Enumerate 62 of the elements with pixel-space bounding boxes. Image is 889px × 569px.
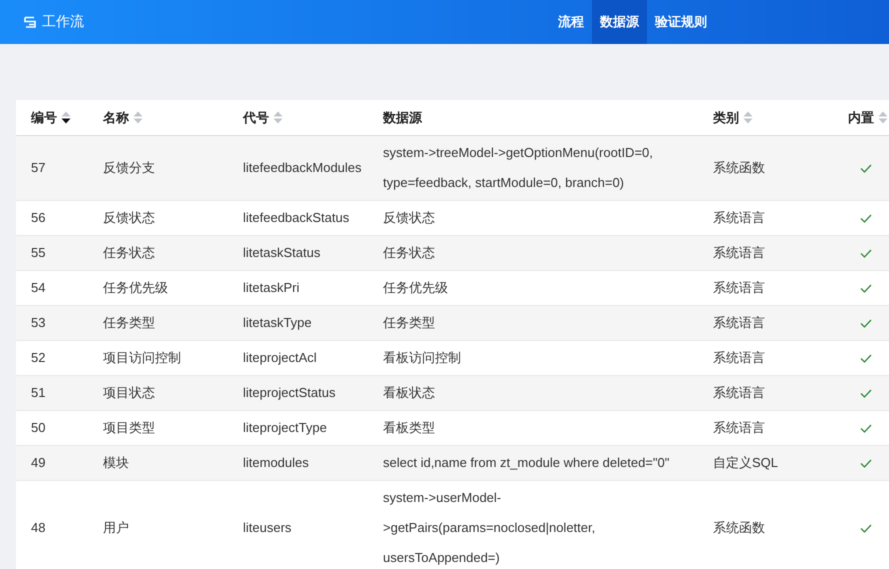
table-cell-text: 反馈状态 — [383, 209, 436, 227]
table-cell: 系统语言 — [713, 350, 765, 365]
table-cell-text: 看板状态 — [383, 384, 436, 402]
table-cell: 反馈分支 — [103, 160, 155, 175]
table-cell: 56 — [31, 210, 46, 225]
table-cell: liteprojectStatus — [243, 385, 336, 400]
table-cell-text: system->treeModel->getOptionMenu(rootID=0, type=feedback, startModule=0, branch=0) — [383, 144, 654, 192]
table-cell: 系统语言 — [713, 280, 765, 295]
column-header: 类别 — [713, 108, 739, 126]
table-cell: 49 — [31, 455, 46, 470]
table-cell-text: 任务状态 — [383, 244, 436, 262]
table-cell: 任务状态 — [103, 245, 155, 260]
table-cell: litetaskType — [243, 315, 312, 330]
table-cell: 48 — [31, 520, 46, 535]
table-cell: liteprojectAcl — [243, 350, 317, 365]
table-cell: 52 — [31, 350, 46, 365]
table-cell: 自定义SQL — [713, 455, 778, 470]
table-cell: 系统语言 — [713, 420, 765, 435]
table-cell-text: 看板访问控制 — [383, 349, 462, 367]
table-cell: litetaskPri — [243, 280, 300, 295]
table-cell: 57 — [31, 160, 46, 175]
table-cell: 50 — [31, 420, 46, 435]
column-header: 数据源 — [383, 108, 422, 126]
table-cell: liteusers — [243, 520, 292, 535]
table-cell: 系统语言 — [713, 245, 765, 260]
table-cell: 项目访问控制 — [103, 350, 181, 365]
column-header: 名称 — [103, 108, 129, 126]
sort-icon[interactable] — [61, 111, 71, 124]
table-cell: 反馈状态 — [103, 210, 155, 225]
table-cell: 模块 — [103, 455, 129, 470]
table-cell: liteprojectType — [243, 420, 327, 435]
table-cell: 用户 — [103, 520, 129, 535]
workflow-icon — [24, 16, 37, 28]
app-title: 工作流 — [42, 13, 84, 31]
table-cell: 系统语言 — [713, 385, 765, 400]
table-cell: 系统语言 — [713, 210, 765, 225]
table-cell: 系统函数 — [713, 160, 765, 175]
table-cell: 项目类型 — [103, 420, 155, 435]
column-header: 代号 — [243, 108, 269, 126]
table-cell-text: select id,name from zt_module where deleted="0" — [383, 454, 670, 472]
table-cell: 53 — [31, 315, 46, 330]
table-cell: 55 — [31, 245, 46, 260]
column-header: 内置 — [848, 108, 874, 126]
table-cell: 系统函数 — [713, 520, 765, 535]
nav-tab[interactable]: 流程 — [550, 0, 592, 44]
table-cell-text: 任务优先级 — [383, 279, 449, 297]
table-cell: 54 — [31, 280, 46, 295]
column-header: 编号 — [31, 108, 57, 126]
nav-tab[interactable]: 数据源 — [592, 0, 647, 44]
table-cell: 项目状态 — [103, 385, 155, 400]
table-cell-text: 任务类型 — [383, 314, 436, 332]
table-cell: litetaskStatus — [243, 245, 320, 260]
table-cell: 任务优先级 — [103, 280, 168, 295]
table-cell-text: system->userModel->getPairs(params=noclosed|noletter, usersToAppended=) — [383, 489, 596, 567]
table-cell: 51 — [31, 385, 46, 400]
nav-tab[interactable]: 验证规则 — [647, 0, 715, 44]
table-cell: litemodules — [243, 455, 309, 470]
table-cell: litefeedbackStatus — [243, 210, 350, 225]
table-cell-text: 看板类型 — [383, 419, 436, 437]
table-cell: 任务类型 — [103, 315, 155, 330]
table-cell: litefeedbackModules — [243, 160, 362, 175]
table-cell: 系统语言 — [713, 315, 765, 330]
